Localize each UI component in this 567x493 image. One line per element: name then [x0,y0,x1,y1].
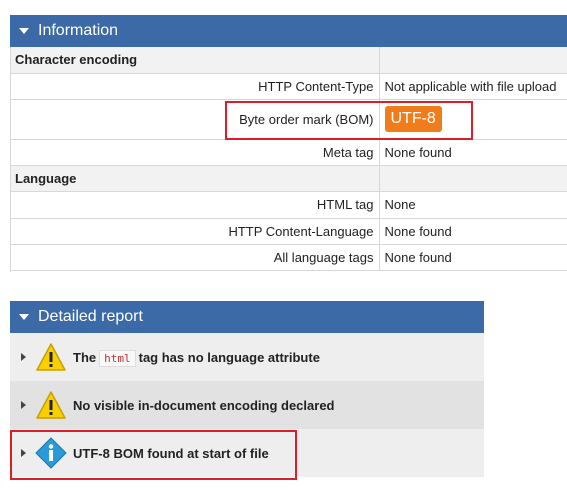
info-row: HTML tag None [10,191,567,219]
info-row: Meta tag None found [10,139,567,166]
info-row: All language tags None found [10,244,567,271]
detailed-report-title: Detailed report [38,308,143,325]
section-title: Character encoding [10,47,380,74]
row-value: None [379,191,567,219]
bom-report-highlight-box [10,430,297,480]
report-item[interactable]: The html tag has no language attribute [10,333,484,381]
row-key: HTML tag [10,191,380,219]
report-message: No visible in-document encoding declared [73,397,335,413]
row-key: Meta tag [10,139,380,166]
row-value: Not applicable with file upload [379,73,567,100]
section-title: Language [10,165,380,192]
info-row: HTTP Content-Type Not applicable with fi… [10,73,567,100]
information-title: Information [38,22,119,39]
caret-down-icon [19,28,29,34]
report-item[interactable]: No visible in-document encoding declared [10,381,484,429]
detailed-report-header[interactable]: Detailed report [10,301,484,333]
report-message: The html tag has no language attribute [73,349,320,367]
section-row: Language [10,165,567,192]
html-code-tag: html [99,349,136,367]
row-value: None found [379,244,567,271]
row-key: HTTP Content-Language [10,218,380,245]
expand-arrow-icon[interactable] [21,353,26,361]
caret-down-icon [19,314,29,320]
row-key: All language tags [10,244,380,271]
expand-arrow-icon[interactable] [21,401,26,409]
row-value: None found [379,139,567,166]
warning-icon [36,343,66,371]
table-border [10,47,11,272]
information-table: Character encoding HTTP Content-Type Not… [10,47,567,271]
info-row: HTTP Content-Language None found [10,218,567,245]
warning-icon [36,391,66,419]
information-panel-header[interactable]: Information [10,15,567,47]
section-row: Character encoding [10,47,567,74]
row-value: None found [379,218,567,245]
row-key: HTTP Content-Type [10,73,380,100]
bom-highlight-box [225,101,473,140]
